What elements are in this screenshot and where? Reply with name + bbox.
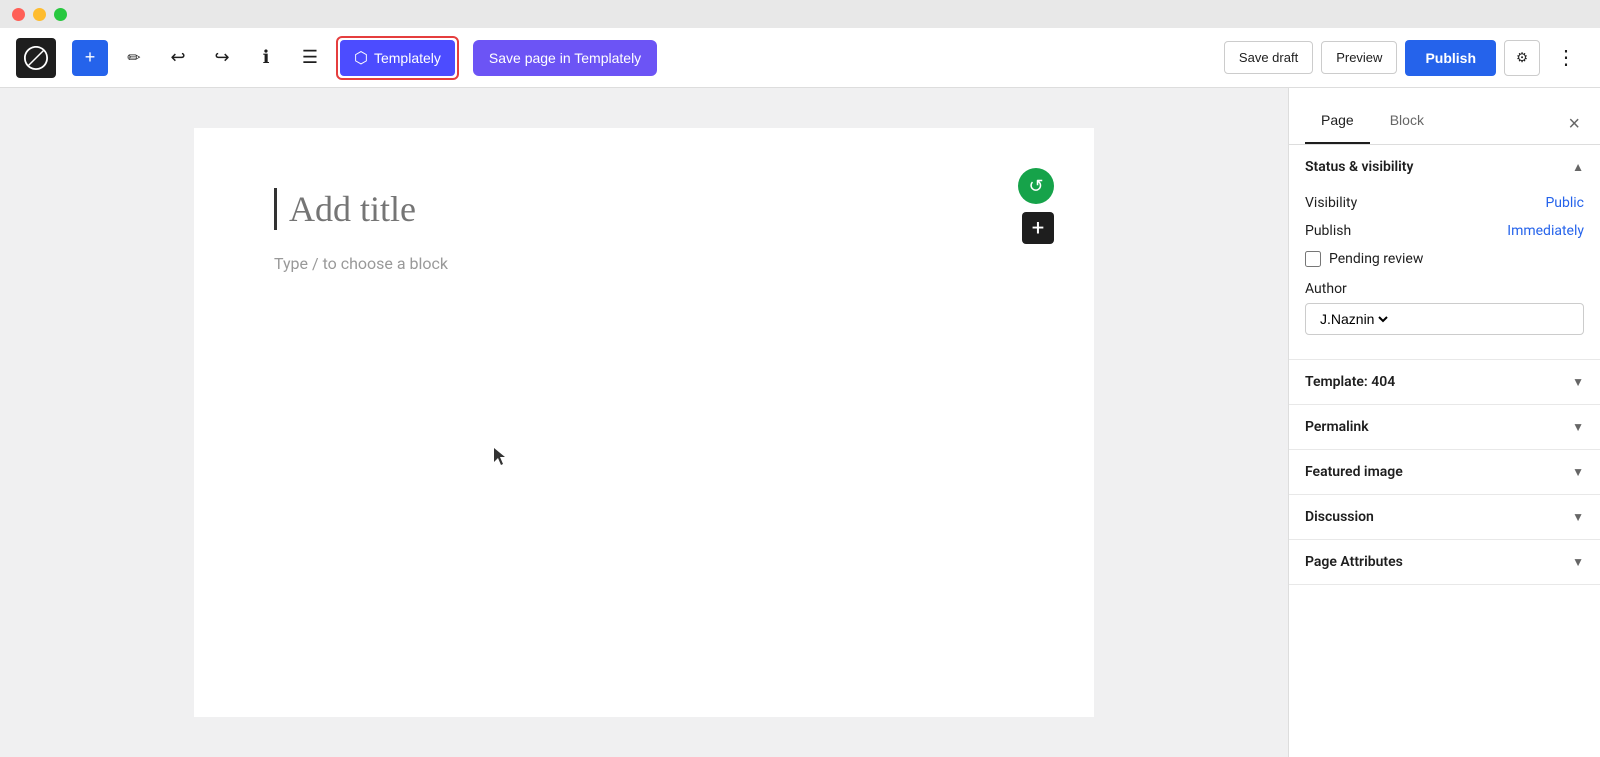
featured-image-heading: Featured image: [1305, 464, 1403, 480]
toolbar: + ✏ ↩ ↪ ℹ ☰ ⬡ Templately Save page in Te…: [0, 28, 1600, 88]
status-visibility-section: Status & visibility ▲ Visibility Public …: [1289, 145, 1600, 360]
publish-button[interactable]: Publish: [1405, 40, 1496, 76]
author-label: Author: [1305, 281, 1584, 297]
permalink-section[interactable]: Permalink ▼: [1289, 405, 1600, 450]
ellipsis-icon: ⋮: [1556, 47, 1576, 69]
info-icon: ℹ: [263, 47, 270, 68]
save-draft-button[interactable]: Save draft: [1224, 41, 1313, 74]
main-layout: ↺ + Type / to choose a block Page: [0, 88, 1600, 757]
visibility-label: Visibility: [1305, 195, 1357, 211]
tools-icon: ☰: [302, 47, 318, 68]
content-placeholder[interactable]: Type / to choose a block: [274, 254, 1014, 273]
save-draft-label: Save draft: [1239, 50, 1298, 65]
templately-button[interactable]: ⬡ Templately: [340, 40, 455, 76]
pending-review-label: Pending review: [1329, 251, 1423, 267]
editor-canvas: ↺ + Type / to choose a block: [194, 128, 1094, 717]
page-attributes-chevron-icon: ▼: [1572, 555, 1584, 569]
visibility-row: Visibility Public: [1305, 189, 1584, 217]
more-options-button[interactable]: ⋮: [1548, 41, 1584, 74]
featured-image-chevron-icon: ▼: [1572, 465, 1584, 479]
info-button[interactable]: ℹ: [248, 40, 284, 76]
save-templately-label: Save page in Templately: [489, 50, 641, 66]
chevron-up-icon: ▲: [1572, 160, 1584, 174]
settings-button[interactable]: ⚙: [1504, 40, 1540, 76]
undo-button[interactable]: ↩: [160, 40, 196, 76]
editor-area[interactable]: ↺ + Type / to choose a block: [0, 88, 1288, 757]
template-section[interactable]: Template: 404 ▼: [1289, 360, 1600, 405]
discussion-chevron-icon: ▼: [1572, 510, 1584, 524]
template-heading: Template: 404: [1305, 374, 1395, 390]
wp-logo-icon: [24, 46, 48, 70]
discussion-heading: Discussion: [1305, 509, 1374, 525]
author-section: Author J.Naznin: [1305, 273, 1584, 343]
featured-image-section[interactable]: Featured image ▼: [1289, 450, 1600, 495]
tab-page[interactable]: Page: [1305, 104, 1370, 144]
template-chevron-icon: ▼: [1572, 375, 1584, 389]
user-avatar: ↺: [1018, 168, 1054, 204]
status-visibility-header[interactable]: Status & visibility ▲: [1289, 145, 1600, 189]
preview-label: Preview: [1336, 50, 1382, 65]
sidebar-header: Page Block ×: [1289, 88, 1600, 145]
tools-button[interactable]: ☰: [292, 40, 328, 76]
wordpress-logo[interactable]: [16, 38, 56, 78]
visibility-value[interactable]: Public: [1545, 195, 1584, 211]
templately-icon: ⬡: [354, 48, 368, 68]
page-attributes-heading: Page Attributes: [1305, 554, 1403, 570]
undo-icon: ↩: [170, 47, 185, 68]
permalink-chevron-icon: ▼: [1572, 420, 1584, 434]
cursor-indicator: [494, 448, 506, 466]
templately-wrapper: ⬡ Templately: [336, 36, 459, 80]
tab-block-label: Block: [1390, 112, 1424, 128]
page-attributes-section[interactable]: Page Attributes ▼: [1289, 540, 1600, 585]
plus-icon: +: [85, 47, 96, 68]
save-templately-button[interactable]: Save page in Templately: [473, 40, 657, 76]
pending-review-row: Pending review: [1305, 245, 1584, 273]
pencil-icon: ✏: [127, 48, 140, 68]
publish-timing-value[interactable]: Immediately: [1507, 223, 1584, 239]
window-chrome: [0, 0, 1600, 28]
gear-icon: ⚙: [1516, 50, 1528, 66]
templately-label: Templately: [374, 50, 441, 66]
pending-review-checkbox[interactable]: [1305, 251, 1321, 267]
edit-button[interactable]: ✏: [116, 40, 152, 76]
status-visibility-heading: Status & visibility: [1305, 159, 1413, 175]
discussion-section[interactable]: Discussion ▼: [1289, 495, 1600, 540]
maximize-button[interactable]: [54, 8, 67, 21]
tab-page-label: Page: [1321, 112, 1354, 128]
close-button[interactable]: [12, 8, 25, 21]
close-icon: ×: [1568, 113, 1580, 135]
publish-label: Publish: [1425, 50, 1476, 66]
permalink-heading: Permalink: [1305, 419, 1369, 435]
publish-row: Publish Immediately: [1305, 217, 1584, 245]
floating-add-button[interactable]: +: [1022, 212, 1054, 244]
close-sidebar-button[interactable]: ×: [1564, 109, 1584, 140]
author-select[interactable]: J.Naznin: [1305, 303, 1584, 335]
tab-block[interactable]: Block: [1374, 104, 1440, 144]
avatar-icon: ↺: [1028, 176, 1043, 197]
preview-button[interactable]: Preview: [1321, 41, 1397, 74]
author-dropdown[interactable]: J.Naznin: [1316, 310, 1391, 328]
redo-icon: ↪: [214, 47, 229, 68]
minimize-button[interactable]: [33, 8, 46, 21]
floating-plus-icon: +: [1032, 216, 1044, 241]
page-title-input[interactable]: [274, 188, 1014, 230]
status-visibility-content: Visibility Public Publish Immediately Pe…: [1289, 189, 1600, 359]
right-sidebar: Page Block × Status & visibility ▲ Visib…: [1288, 88, 1600, 757]
redo-button[interactable]: ↪: [204, 40, 240, 76]
sidebar-tabs: Page Block: [1305, 104, 1440, 144]
add-block-button[interactable]: +: [72, 40, 108, 76]
publish-timing-label: Publish: [1305, 223, 1351, 239]
